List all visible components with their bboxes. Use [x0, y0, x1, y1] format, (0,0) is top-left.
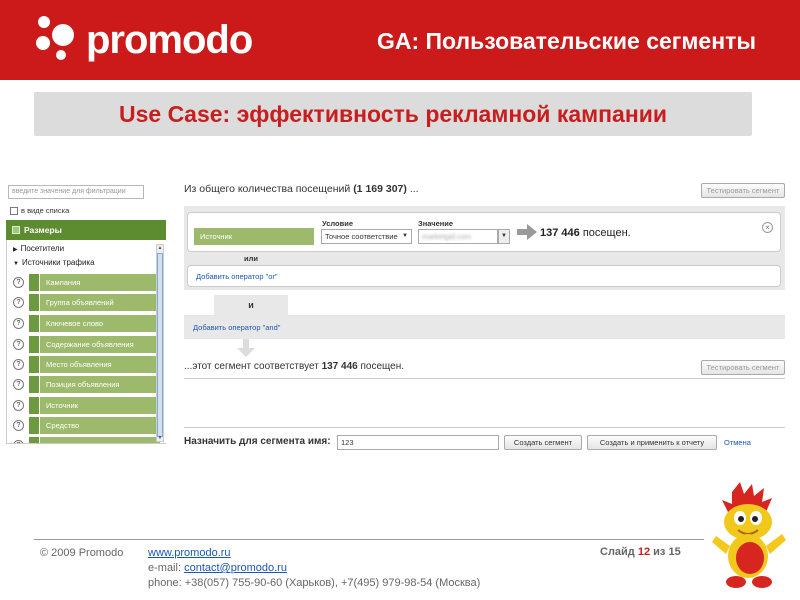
- checkbox-icon[interactable]: [10, 206, 18, 215]
- help-icon[interactable]: ?: [13, 359, 24, 370]
- dimension-pill[interactable]: Группа объявлений: [40, 294, 160, 311]
- divider: [184, 427, 785, 428]
- filter-input[interactable]: введите значение для фильтрации: [8, 185, 144, 199]
- dimension-item[interactable]: ? Кампания: [13, 274, 160, 291]
- copyright: © 2009 Promodo: [40, 547, 124, 559]
- dimensions-tree: ▶ Посетители ▼ Источники трафика ? Кампани…: [6, 240, 166, 444]
- or-connector: или: [234, 252, 268, 265]
- condition-label: Условие: [322, 219, 354, 228]
- chevron-down-icon: ▼: [402, 233, 408, 239]
- dimension-pill[interactable]: Источник: [40, 397, 160, 414]
- add-or-link[interactable]: Добавить оператор "or": [196, 272, 278, 281]
- dimensions-scrollbar[interactable]: ▲ ▼: [156, 244, 164, 442]
- help-icon[interactable]: ?: [13, 339, 24, 350]
- dimension-pill[interactable]: Место объявления: [40, 356, 160, 373]
- create-segment-button[interactable]: Создать сегмент: [504, 435, 582, 450]
- dimension-pill[interactable]: Средство: [40, 417, 160, 434]
- dimension-item[interactable]: ? Позиция объявления: [13, 376, 160, 393]
- phone-line: phone: +38(057) 755-90-60 (Харьков), +7(…: [148, 577, 481, 589]
- drag-handle[interactable]: [29, 417, 39, 434]
- triangle-down-icon: ▼: [13, 261, 19, 267]
- dimension-item[interactable]: ? Источник: [13, 397, 160, 414]
- total-visits: (1 169 307): [353, 183, 407, 195]
- help-icon[interactable]: ?: [13, 400, 24, 411]
- test-segment-button-2[interactable]: Тестировать сегмент: [701, 360, 785, 375]
- segment-name-label: Назначить для сегмента имя:: [184, 436, 331, 447]
- drag-handle[interactable]: [29, 397, 39, 414]
- cancel-link[interactable]: Отмена: [724, 438, 751, 447]
- dimension-pill[interactable]: [40, 437, 160, 443]
- scroll-up-icon[interactable]: ▲: [157, 245, 163, 251]
- dimensions-panel: введите значение для фильтрации в виде с…: [6, 182, 166, 444]
- minus-square-icon: [12, 226, 20, 234]
- email-prefix: e-mail:: [148, 562, 182, 574]
- drag-handle[interactable]: [29, 294, 39, 311]
- help-icon[interactable]: ?: [13, 420, 24, 431]
- and-connector: и: [214, 295, 288, 315]
- dimension-pill[interactable]: Позиция объявления: [40, 376, 160, 393]
- test-segment-button[interactable]: Тестировать сегмент: [701, 183, 785, 198]
- help-icon[interactable]: ?: [13, 277, 24, 288]
- condition-select[interactable]: Точное соответствие ▼: [321, 229, 412, 244]
- promodo-logo: promodo: [32, 14, 253, 66]
- segment-name-input[interactable]: 123: [337, 435, 499, 450]
- scroll-thumb[interactable]: [157, 253, 163, 437]
- drag-handle[interactable]: [29, 274, 39, 291]
- help-icon[interactable]: ?: [13, 440, 24, 443]
- value-label: Значение: [418, 219, 454, 228]
- logo-text: promodo: [86, 17, 253, 62]
- email-link[interactable]: contact@promodo.ru: [184, 561, 287, 576]
- header-bar: promodo GA: Пользовательские сегменты: [0, 0, 800, 80]
- list-view-label: в виде списка: [21, 206, 70, 215]
- chevron-down-icon[interactable]: ▼: [498, 229, 510, 244]
- drag-handle[interactable]: [29, 356, 39, 373]
- logo-mark-icon: [32, 14, 84, 66]
- result-count: 137 446: [321, 361, 358, 372]
- help-icon[interactable]: ?: [13, 318, 24, 329]
- create-apply-button[interactable]: Создать и применить к отчету: [587, 435, 717, 450]
- tree-node-visitors[interactable]: ▶ Посетители: [13, 244, 64, 253]
- drag-handle[interactable]: [29, 376, 39, 393]
- dimension-drop-pill[interactable]: Источник: [194, 228, 314, 245]
- drag-handle[interactable]: [29, 315, 39, 332]
- segment-result: ...этот сегмент соответствует 137 446 по…: [184, 361, 405, 372]
- segment-intro: Из общего количества посещений (1 169 30…: [184, 183, 419, 195]
- tree-node-traffic-sources[interactable]: ▼ Источники трафика: [13, 258, 95, 267]
- use-case-banner: Use Case: эффективность рекламной кампан…: [34, 92, 752, 136]
- dimension-item[interactable]: ? Ключевое слово: [13, 315, 160, 332]
- add-and-link[interactable]: Добавить оператор "and": [193, 323, 280, 332]
- arrow-down-icon: [237, 339, 255, 357]
- footer-divider: [34, 539, 704, 540]
- slide-number: Слайд 12 из 15: [600, 546, 681, 558]
- dimension-pill[interactable]: Ключевое слово: [40, 315, 160, 332]
- match-count: 137 446 посещен.: [540, 227, 631, 239]
- footer: © 2009 Promodo www.promodo.ru e-mail: co…: [40, 546, 480, 591]
- help-icon[interactable]: ?: [13, 297, 24, 308]
- dimensions-header[interactable]: Размеры: [6, 220, 166, 240]
- dimension-pill[interactable]: Содержание объявления: [40, 336, 160, 353]
- dimension-pill[interactable]: Кампания: [40, 274, 160, 291]
- dimension-item[interactable]: ? Группа объявлений: [13, 294, 160, 311]
- mascot-image: [712, 482, 786, 588]
- dimension-item[interactable]: ? Содержание объявления: [13, 336, 160, 353]
- dimension-item[interactable]: ?: [13, 437, 160, 443]
- help-icon[interactable]: ?: [13, 379, 24, 390]
- drag-handle[interactable]: [29, 336, 39, 353]
- dimensions-header-label: Размеры: [24, 225, 62, 235]
- dimension-item[interactable]: ? Средство: [13, 417, 160, 434]
- close-icon[interactable]: ×: [762, 222, 773, 233]
- divider: [184, 378, 785, 379]
- dimension-item[interactable]: ? Место объявления: [13, 356, 160, 373]
- slide-title: GA: Пользовательские сегменты: [376, 28, 756, 54]
- triangle-right-icon: ▶: [13, 247, 18, 253]
- list-view-checkbox[interactable]: в виде списка: [10, 206, 69, 215]
- arrow-right-icon: [517, 224, 537, 240]
- scroll-down-icon[interactable]: ▼: [157, 435, 163, 441]
- drag-handle[interactable]: [29, 437, 39, 443]
- value-combobox[interactable]: marketgid.com: [418, 229, 498, 244]
- website-link[interactable]: www.promodo.ru: [148, 546, 231, 561]
